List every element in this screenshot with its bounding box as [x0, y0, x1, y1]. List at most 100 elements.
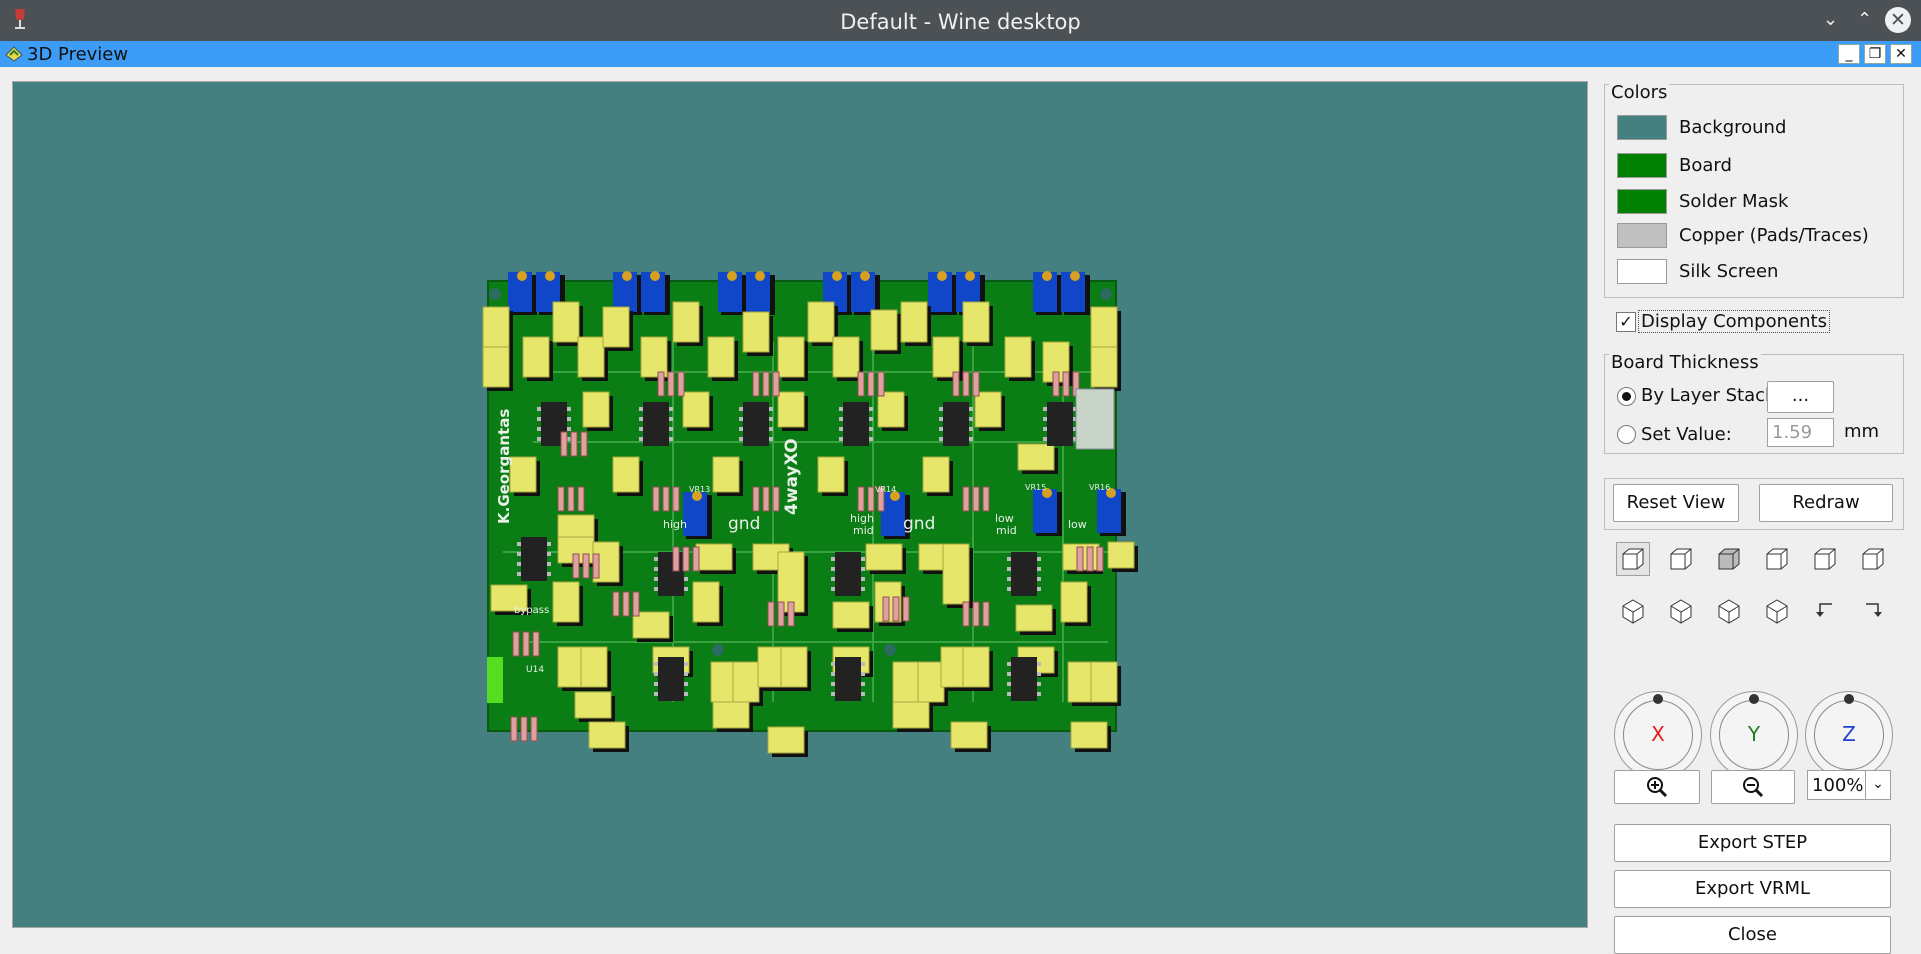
ic-pin	[1037, 577, 1041, 581]
by-layer-stackup-radio[interactable]	[1617, 387, 1636, 406]
capacitor	[870, 309, 898, 351]
pcb-vr16-label: VR16	[1089, 483, 1110, 492]
zoom-out-button[interactable]	[1711, 770, 1795, 804]
window-titlebar: Default - Wine desktop ⌄ ⌃ ✕	[0, 0, 1921, 41]
solder-mask-color-label: Solder Mask	[1679, 191, 1789, 212]
ic-pin	[861, 567, 865, 571]
ic-pin	[567, 427, 571, 431]
ic-pin	[1037, 692, 1041, 696]
pcb-low-label: low	[1068, 518, 1087, 531]
dialog-minimize-button[interactable]: _	[1838, 44, 1860, 64]
resistor	[570, 431, 578, 457]
minimize-icon[interactable]: ⌄	[1823, 9, 1838, 30]
display-components-checkbox[interactable]: ✓	[1616, 312, 1636, 332]
board-thickness-title: Board Thickness	[1609, 352, 1761, 373]
resistor	[632, 591, 640, 617]
view-rotate-y-icon[interactable]	[1712, 594, 1746, 628]
zoom-out-icon	[1743, 777, 1764, 798]
export-vrml-button[interactable]: Export VRML	[1614, 870, 1891, 908]
view-right-icon[interactable]	[1808, 542, 1842, 576]
copper-color-swatch[interactable]	[1617, 223, 1667, 248]
capacitor	[780, 646, 808, 688]
view-rotate-x-icon[interactable]	[1664, 594, 1698, 628]
board-color-swatch[interactable]	[1617, 153, 1667, 178]
close-button[interactable]: Close	[1614, 916, 1891, 954]
solder-mask-color-swatch[interactable]	[1617, 189, 1667, 214]
ic-pin	[547, 542, 551, 546]
view-top-icon[interactable]	[1856, 542, 1890, 576]
maximize-icon[interactable]: ⌃	[1857, 9, 1872, 30]
ic-pin	[869, 437, 873, 441]
rotate-ccw-icon[interactable]	[1808, 594, 1842, 628]
zoom-select[interactable]: 100% ⌄	[1807, 770, 1891, 800]
display-components-label[interactable]: Display Components	[1638, 310, 1830, 333]
terminal-block	[1075, 388, 1115, 450]
silk-screen-color-swatch[interactable]	[1617, 259, 1667, 284]
export-step-button[interactable]: Export STEP	[1614, 824, 1891, 862]
view-left-icon[interactable]	[1760, 542, 1794, 576]
ic-pin	[654, 662, 658, 666]
resistor	[510, 716, 518, 742]
capacitor	[832, 601, 870, 629]
x-rotation-dial[interactable]: X	[1614, 691, 1702, 779]
z-rotation-dial[interactable]: Z	[1805, 691, 1893, 779]
dialog-close-button[interactable]: ✕	[1890, 44, 1912, 64]
ic-pin	[1007, 672, 1011, 676]
set-value-radio[interactable]	[1617, 425, 1636, 444]
ic-pin	[769, 427, 773, 431]
resistor	[762, 486, 770, 512]
ic-pin	[939, 437, 943, 441]
capacitor	[1017, 443, 1055, 471]
resistor	[580, 431, 588, 457]
dialog-restore-button[interactable]: ❐	[1864, 44, 1886, 64]
board-thickness-group: Board Thickness By Layer Stackup ... Set…	[1604, 352, 1904, 454]
ic-pin	[684, 587, 688, 591]
3d-viewport[interactable]: K.Georgantas 4wayXO gnd gnd high high mi…	[12, 81, 1588, 928]
capacitor	[892, 701, 930, 729]
trim-pot-screw	[545, 271, 555, 281]
pcb-highmid-label2: mid	[853, 524, 874, 537]
view-front-icon[interactable]	[1664, 542, 1698, 576]
view-back-icon[interactable]	[1712, 542, 1746, 576]
ic-pin	[1043, 407, 1047, 411]
resistor	[622, 591, 630, 617]
capacitor	[742, 311, 770, 353]
rotate-cw-icon[interactable]	[1856, 594, 1890, 628]
dialog-title: 3D Preview	[27, 44, 129, 65]
view-bottom-icon[interactable]	[1616, 594, 1650, 628]
pcb-author-label: K.Georgantas	[495, 409, 513, 524]
view-isometric-icon[interactable]	[1616, 542, 1650, 576]
capacitor	[757, 646, 785, 688]
pcb-project-label: 4wayXO	[782, 438, 802, 515]
reset-view-button[interactable]: Reset View	[1613, 484, 1739, 522]
chevron-down-icon[interactable]: ⌄	[1865, 771, 1890, 799]
ic-pin	[1007, 557, 1011, 561]
window-close-button[interactable]: ✕	[1885, 7, 1911, 33]
trim-pot-screw	[622, 271, 632, 281]
background-color-swatch[interactable]	[1617, 115, 1667, 140]
capacitor	[767, 726, 805, 754]
capacitor	[682, 391, 710, 428]
capacitor	[707, 336, 735, 378]
ic-pin	[1037, 682, 1041, 686]
thickness-value-field[interactable]: 1.59	[1767, 418, 1834, 447]
resistor	[672, 546, 680, 572]
redraw-button[interactable]: Redraw	[1759, 484, 1893, 522]
zoom-in-button[interactable]	[1614, 770, 1700, 804]
y-rotation-dial[interactable]: Y	[1710, 691, 1798, 779]
resistor	[857, 486, 865, 512]
resistor	[772, 371, 780, 397]
ic-pin	[684, 662, 688, 666]
ic-chip	[843, 402, 869, 446]
ic-pin	[547, 572, 551, 576]
capacitor	[832, 336, 860, 378]
pcb-vr14-label: VR14	[875, 485, 896, 494]
layer-stackup-button[interactable]: ...	[1767, 381, 1834, 413]
capacitor	[974, 391, 1002, 428]
ic-pin	[839, 417, 843, 421]
view-rotate-z-icon[interactable]	[1760, 594, 1794, 628]
ic-chip	[835, 657, 861, 701]
colors-group-title: Colors	[1609, 82, 1670, 103]
set-value-label: Set Value:	[1641, 424, 1732, 445]
ic-pin	[839, 407, 843, 411]
